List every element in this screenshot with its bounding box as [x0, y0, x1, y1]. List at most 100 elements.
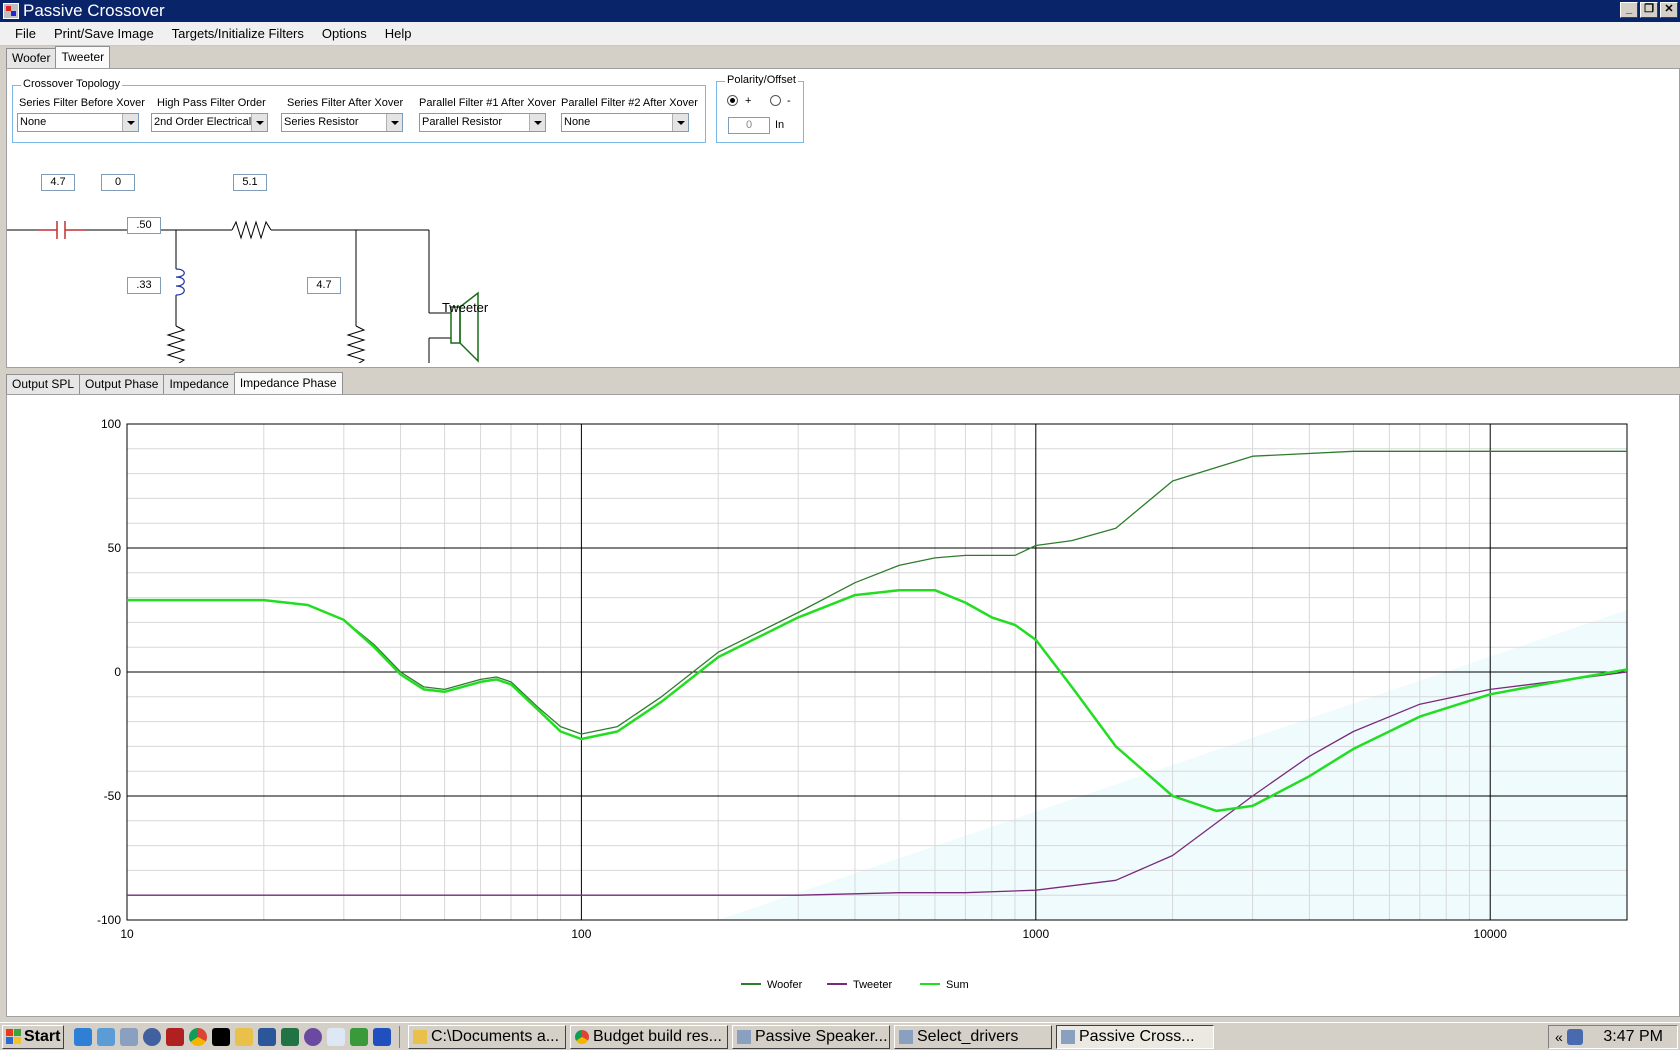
menu-targets-initialize-filters[interactable]: Targets/Initialize Filters: [163, 26, 313, 41]
menu-options[interactable]: Options: [313, 26, 376, 41]
taskbar-button-label: C:\Documents a...: [431, 1027, 560, 1045]
y-tick-label: 100: [101, 417, 121, 431]
high-pass-order-value: 2nd Order Electrical: [154, 116, 252, 128]
menu-file[interactable]: File: [6, 26, 45, 41]
high-pass-order-select[interactable]: 2nd Order Electrical: [151, 113, 268, 132]
series-filter-after-value: Series Resistor: [284, 116, 359, 128]
tool-icon[interactable]: [350, 1027, 368, 1046]
inductor-resistor-symbol: [166, 325, 186, 363]
polarity-offset-label: Polarity/Offset: [725, 74, 798, 86]
parallel-filter-1-value: Parallel Resistor: [422, 116, 503, 128]
app-icon[interactable]: [3, 3, 19, 19]
terminal-icon[interactable]: [212, 1027, 230, 1046]
polarity-offset-group: Polarity/Offset + - 0 In: [716, 74, 804, 143]
driver-label: Tweeter: [442, 300, 489, 315]
network-icon[interactable]: [1566, 1029, 1583, 1045]
tray-expand-icon[interactable]: «: [1555, 1029, 1563, 1045]
legend-label-woofer: Woofer: [767, 979, 803, 991]
x-tick-label: 10000: [1474, 927, 1508, 941]
folder-icon[interactable]: [235, 1027, 253, 1046]
crossover-topology-group: Crossover Topology Series Filter Before …: [12, 78, 706, 143]
chevron-down-icon: [122, 114, 138, 131]
polarity-plus-radio[interactable]: [727, 95, 738, 106]
taskbar-button-passive-speaker[interactable]: Passive Speaker...: [732, 1024, 890, 1049]
capacitor-symbol: [37, 221, 85, 239]
windows-logo-icon: [6, 1029, 21, 1044]
taskbar-button-budget-build[interactable]: Budget build res...: [570, 1024, 728, 1049]
y-tick-label: -50: [104, 789, 122, 803]
notepad-icon[interactable]: [327, 1027, 345, 1046]
window-title: Passive Crossover: [23, 1, 165, 20]
sail-icon[interactable]: [373, 1027, 391, 1046]
chevron-down-icon: [251, 114, 267, 131]
app-icon[interactable]: [120, 1027, 138, 1046]
polarity-minus-radio[interactable]: [770, 95, 781, 106]
parallel-filter-2-select[interactable]: None: [561, 113, 689, 132]
series-resistor-symbol: [231, 220, 272, 240]
tab-woofer[interactable]: Woofer: [6, 48, 57, 68]
capacitor-extra-value[interactable]: 0: [101, 174, 135, 191]
start-button[interactable]: Start: [2, 1024, 64, 1049]
offset-input[interactable]: 0: [728, 117, 770, 134]
excel-icon[interactable]: [281, 1027, 299, 1046]
taskbar-button-passive-crossover[interactable]: Passive Cross...: [1056, 1024, 1214, 1049]
game-icon[interactable]: [166, 1027, 184, 1046]
clock: 3:47 PM: [1603, 1028, 1663, 1045]
help-icon[interactable]: [304, 1027, 322, 1046]
parallel-filter-2-label: Parallel Filter #2 After Xover: [561, 97, 698, 109]
series-filter-before-label: Series Filter Before Xover: [19, 97, 145, 109]
impedance-phase-chart: 100 50 0 -50 -10010 100 1000 10000 Woofer Tweeter…: [97, 417, 1628, 991]
graph-panel: 100 50 0 -50 -100 10 100 1000 10000 Woofer Tweeter…: [6, 394, 1680, 1017]
media-icon[interactable]: [143, 1027, 161, 1046]
tab-impedance-phase[interactable]: Impedance Phase: [233, 372, 343, 394]
tab-impedance[interactable]: Impedance: [163, 374, 235, 394]
tab-output-spl[interactable]: Output SPL: [6, 374, 81, 394]
x-tick-label: 1000: [1022, 927, 1049, 941]
taskbar: Start C:\Documents a... Budget build res…: [0, 1022, 1680, 1050]
inductor-symbol: [175, 268, 185, 296]
taskbar-button-label: Passive Cross...: [1079, 1027, 1195, 1045]
inductor-resistor-value[interactable]: .33: [127, 277, 161, 294]
parallel-resistor-value[interactable]: 4.7: [307, 277, 341, 294]
tab-output-phase[interactable]: Output Phase: [79, 374, 165, 394]
title-bar: Passive Crossover _ ❐ ✕: [0, 0, 1680, 22]
chevron-down-icon: [529, 114, 545, 131]
taskbar-button-label: Passive Speaker...: [755, 1027, 888, 1045]
x-tick-label: 10: [120, 927, 134, 941]
menu-help[interactable]: Help: [376, 26, 421, 41]
app-icon: [1061, 1029, 1075, 1044]
series-filter-after-select[interactable]: Series Resistor: [281, 113, 403, 132]
inductor-value[interactable]: .50: [127, 217, 161, 234]
restore-button[interactable]: ❐: [1640, 2, 1658, 18]
explorer-icon[interactable]: [97, 1027, 115, 1046]
graph-tabs: Output SPL Output Phase Impedance Impeda…: [6, 372, 343, 394]
close-button[interactable]: ✕: [1660, 2, 1678, 18]
taskbar-button-documents[interactable]: C:\Documents a...: [408, 1024, 566, 1049]
capacitor-value[interactable]: 4.7: [41, 174, 75, 191]
legend-label-tweeter: Tweeter: [853, 979, 892, 991]
offset-unit-label: In: [775, 119, 785, 131]
word-icon[interactable]: [258, 1027, 276, 1046]
high-pass-order-label: High Pass Filter Order: [157, 97, 266, 109]
minimize-button[interactable]: _: [1620, 2, 1638, 18]
taskbar-button-select-drivers[interactable]: Select_drivers: [894, 1024, 1052, 1049]
y-tick-label: 50: [108, 541, 122, 555]
y-tick-label: -100: [97, 913, 121, 927]
chrome-icon[interactable]: [189, 1027, 207, 1046]
parallel-filter-1-label: Parallel Filter #1 After Xover: [419, 97, 556, 109]
menu-print-save-image[interactable]: Print/Save Image: [45, 26, 163, 41]
folder-icon: [413, 1029, 427, 1044]
driver-tabs: Woofer Tweeter: [6, 46, 111, 68]
series-filter-before-select[interactable]: None: [17, 113, 139, 132]
chrome-icon: [575, 1029, 589, 1044]
taskbar-button-label: Select_drivers: [917, 1027, 1019, 1045]
parallel-filter-1-select[interactable]: Parallel Resistor: [419, 113, 546, 132]
quick-launch: [74, 1025, 400, 1048]
browser-icon[interactable]: [74, 1027, 92, 1046]
app-icon: [737, 1029, 751, 1044]
series-resistor-value[interactable]: 5.1: [233, 174, 267, 191]
series-filter-after-label: Series Filter After Xover: [287, 97, 404, 109]
tab-tweeter[interactable]: Tweeter: [55, 46, 111, 68]
crossover-topology-label: Crossover Topology: [21, 78, 123, 90]
taskbar-button-label: Budget build res...: [593, 1027, 722, 1045]
